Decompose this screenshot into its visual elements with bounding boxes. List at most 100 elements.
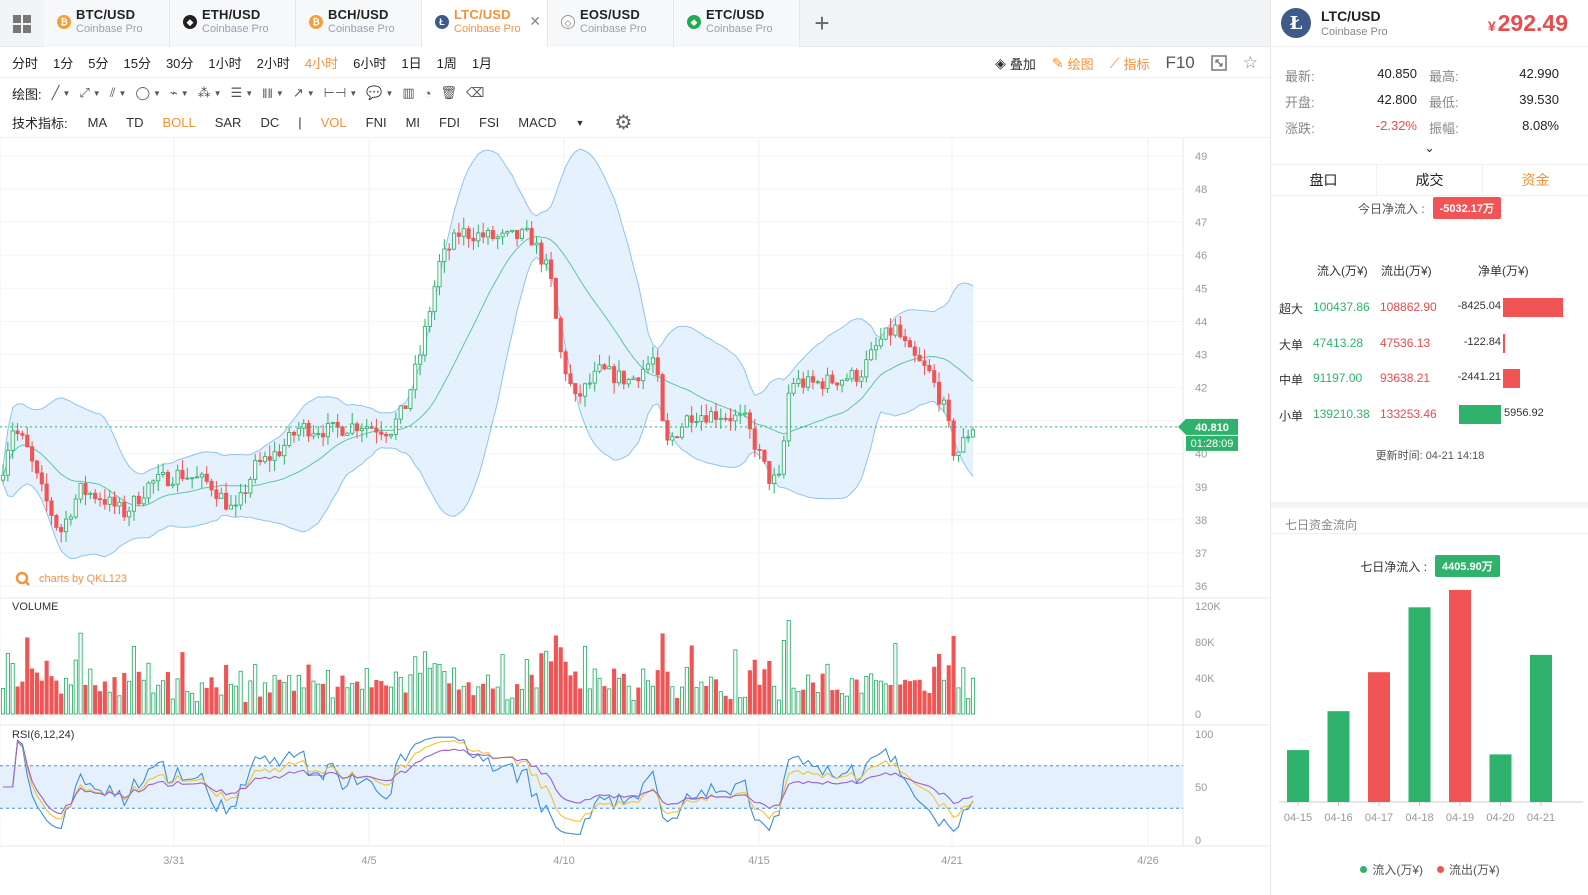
candle-body: [519, 229, 524, 239]
volume-bar: [966, 698, 971, 715]
interval-0[interactable]: 分时: [12, 53, 38, 72]
volume-bar: [616, 677, 621, 715]
volume-bar: [359, 688, 364, 715]
channel-tool-icon[interactable]: ⫽ ▼: [110, 85, 127, 101]
indicator-vol[interactable]: VOL: [321, 115, 347, 130]
ray-tool-icon[interactable]: ⤢ ▼: [79, 85, 100, 101]
interval-2[interactable]: 5分: [88, 53, 108, 72]
indicator-button[interactable]: ⟋ 指标: [1110, 54, 1150, 73]
flow-row: 中单 91197.00 93638.21 -2441.21: [1271, 368, 1588, 388]
note-tool-icon[interactable]: 💬 ▼: [366, 85, 393, 101]
interval-6[interactable]: 2小时: [257, 53, 290, 72]
candle-body: [471, 237, 476, 242]
interval-4[interactable]: 30分: [166, 53, 193, 72]
candle-body: [796, 378, 801, 384]
interval-8[interactable]: 6小时: [353, 53, 386, 72]
indicator-fsi[interactable]: FSI: [479, 115, 499, 130]
tab-btc-usd[interactable]: ₿ BTC/USD Coinbase Pro: [44, 0, 170, 47]
tab-eos-usd[interactable]: ◇ EOS/USD Coinbase Pro: [548, 0, 674, 47]
eraser-icon[interactable]: ⌫: [466, 85, 484, 101]
volume-bar: [840, 693, 845, 715]
flow-category: 中单: [1279, 373, 1304, 387]
candle-body: [597, 364, 602, 372]
candle-body: [767, 461, 772, 484]
range-tool-icon[interactable]: ⊢⊣ ▼: [324, 85, 358, 101]
indicator-macd[interactable]: MACD: [518, 115, 556, 130]
interval-9[interactable]: 1日: [401, 53, 421, 72]
candle-body: [820, 381, 825, 389]
settings-icon[interactable]: ⚙: [614, 110, 632, 135]
line-tool-icon[interactable]: ╱ ▼: [52, 85, 71, 101]
candle-body: [403, 405, 408, 409]
volume-bar: [544, 650, 549, 715]
tab-ltc-usd[interactable]: Ł LTC/USD Coinbase Pro ✕: [422, 0, 548, 47]
candle-body: [835, 382, 840, 386]
indicator-dropdown-icon[interactable]: ▼: [576, 118, 585, 128]
pattern-tool-icon[interactable]: ⁂ ▼: [198, 85, 222, 101]
stat-key: 最高:: [1429, 68, 1459, 84]
volume-bar: [607, 688, 612, 715]
indicator-ma[interactable]: MA: [88, 115, 108, 130]
price-chart[interactable]: 40.81001:28:0949484746454443424039383736…: [0, 138, 1270, 880]
candle-body: [311, 433, 316, 437]
candle-body: [63, 518, 69, 533]
tab-etc-usd[interactable]: ◆ ETC/USD Coinbase Pro: [674, 0, 800, 47]
fib-tool-icon[interactable]: ☰ ▼: [231, 85, 254, 101]
interval-7[interactable]: 4小时: [305, 53, 338, 72]
candle-body: [316, 433, 321, 436]
circle-tool-icon[interactable]: ◯ ▼: [135, 85, 160, 101]
volume-bar: [432, 663, 437, 715]
grid-menu-button[interactable]: [0, 0, 44, 47]
line-chart-icon: ⟋: [1109, 54, 1120, 71]
chevron-down-icon: ▼: [275, 88, 284, 98]
candle-body: [587, 382, 592, 385]
date-tick: 4/26: [1137, 855, 1158, 867]
interval-11[interactable]: 1月: [472, 53, 492, 72]
indicator-td[interactable]: TD: [126, 115, 143, 130]
fullscreen-icon[interactable]: [1211, 55, 1227, 71]
zigzag-tool-icon[interactable]: ⌁ ▼: [170, 85, 189, 101]
bars-tool-icon[interactable]: ‖‖ ▼: [262, 86, 284, 101]
trash-icon[interactable]: 🗑: [441, 85, 458, 101]
candle-body: [432, 286, 437, 313]
close-tab-icon[interactable]: ✕: [529, 13, 541, 30]
volume-bar: [621, 673, 626, 715]
candle-body: [646, 363, 651, 370]
candle-body: [296, 427, 301, 436]
price-tick: 38: [1195, 515, 1207, 527]
indicator-fni[interactable]: FNI: [366, 115, 387, 130]
right-tab-1[interactable]: 成交: [1377, 165, 1483, 195]
chevron-down-icon: ▼: [306, 88, 315, 98]
right-tab-0[interactable]: 盘口: [1271, 165, 1377, 195]
interval-10[interactable]: 1周: [437, 53, 457, 72]
interval-3[interactable]: 15分: [123, 53, 150, 72]
volume-bar: [204, 687, 209, 715]
volume-bar: [131, 645, 137, 715]
star-icon[interactable]: ☆: [1243, 53, 1258, 73]
interval-1[interactable]: 1分: [53, 53, 73, 72]
candle-body: [427, 311, 432, 328]
indicator-sar[interactable]: SAR: [215, 115, 242, 130]
stat-key: 最新:: [1285, 68, 1315, 84]
indicator-dc[interactable]: DC: [260, 115, 279, 130]
tab-symbol: BCH/USD: [328, 7, 389, 22]
add-tab-button[interactable]: +: [800, 0, 844, 47]
arrow-tool-icon[interactable]: ↗ ▼: [293, 85, 315, 101]
litecoin-icon: Ł: [435, 15, 449, 29]
expand-stats-button[interactable]: ⌄: [1271, 140, 1588, 160]
draw-button[interactable]: ✎ 绘图: [1052, 54, 1094, 73]
eos-icon: ◇: [561, 15, 575, 29]
interval-5[interactable]: 1小时: [208, 53, 241, 72]
indicator-fdi[interactable]: FDI: [439, 115, 460, 130]
volume-bar: [844, 695, 849, 715]
tab-bch-usd[interactable]: ₿ BCH/USD Coinbase Pro: [296, 0, 422, 47]
indicator-mi[interactable]: MI: [406, 115, 420, 130]
indicator-boll[interactable]: BOLL: [162, 115, 195, 130]
tab-eth-usd[interactable]: ◆ ETH/USD Coinbase Pro: [170, 0, 296, 47]
magnet-icon[interactable]: ◔: [424, 86, 432, 101]
f10-button[interactable]: F10: [1165, 53, 1194, 73]
right-tab-2[interactable]: 资金: [1483, 165, 1588, 195]
chart-type-icon[interactable]: ▥: [402, 85, 414, 101]
overlay-button[interactable]: ◈ 叠加: [995, 54, 1036, 73]
candle-body: [864, 359, 869, 378]
